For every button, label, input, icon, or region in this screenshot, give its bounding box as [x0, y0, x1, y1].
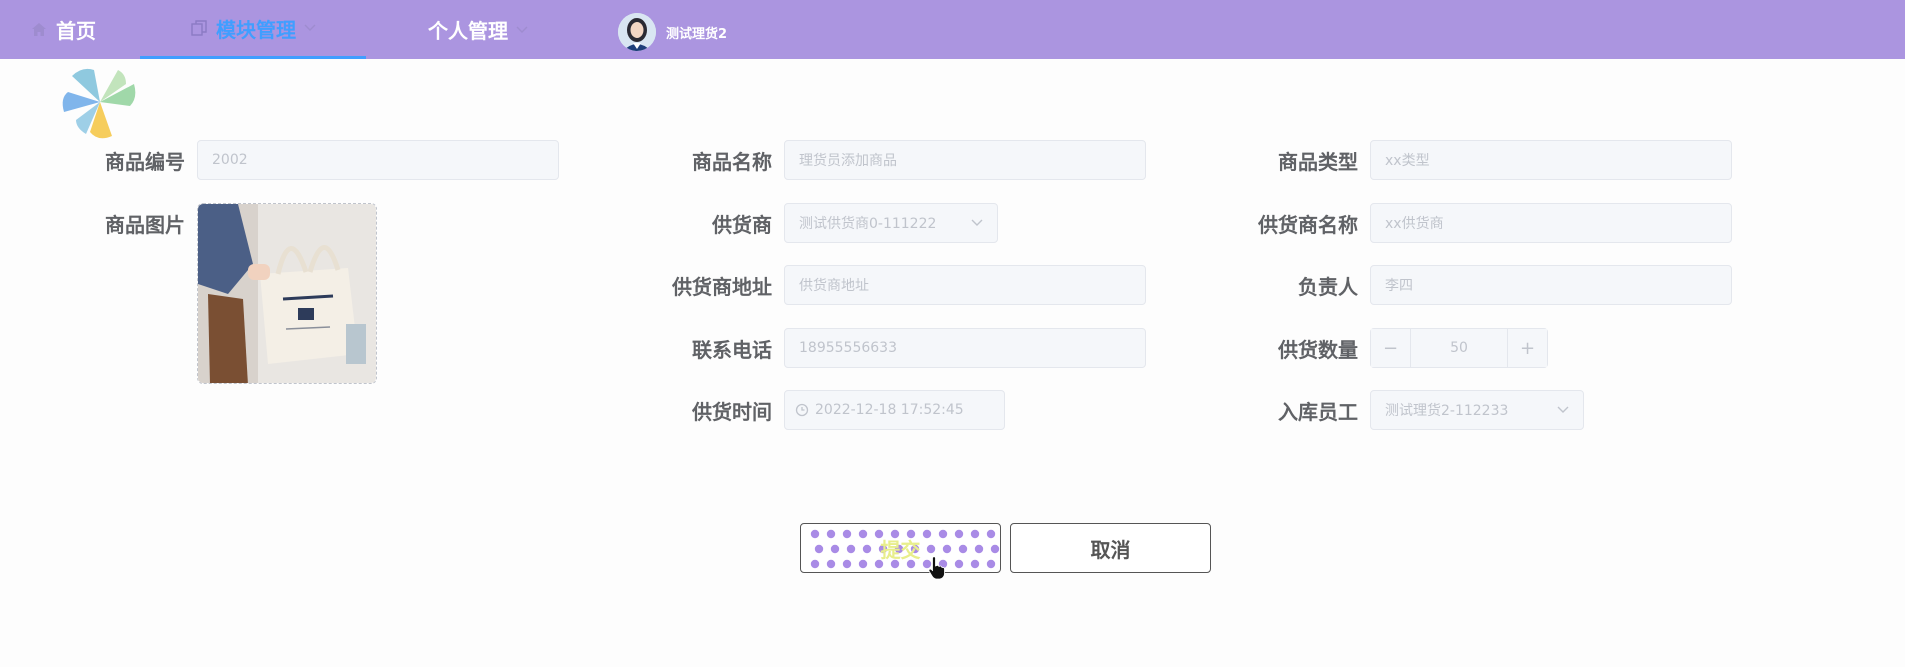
quantity-value[interactable]: 50 — [1411, 340, 1507, 356]
supply-time-label: 供货时间 — [692, 399, 772, 424]
warehouse-staff-row: 入库员工 测试理货2-112233 — [1216, 390, 1584, 430]
person-in-charge-row: 负责人 李四 — [1216, 265, 1732, 305]
phone-input[interactable]: 18955556633 — [784, 328, 1146, 368]
product-image — [198, 204, 376, 383]
supplier-name-row: 供货商名称 xx供货商 — [1216, 203, 1732, 243]
phone-row: 联系电话 18955556633 — [630, 328, 1146, 368]
supply-time-value: 2022-12-18 17:52:45 — [815, 402, 964, 418]
product-code-label: 商品编号 — [105, 149, 185, 174]
clock-icon — [795, 403, 809, 417]
supply-time-row: 供货时间 2022-12-18 17:52:45 — [630, 390, 1005, 430]
supply-quantity-label: 供货数量 — [1278, 337, 1358, 362]
quantity-stepper[interactable]: − 50 + — [1370, 328, 1548, 368]
hand-pointer-icon — [928, 556, 946, 584]
nav-module-label: 模块管理 — [216, 17, 296, 42]
product-code-row: 商品编号 2002 — [60, 140, 559, 180]
increment-button[interactable]: + — [1507, 329, 1547, 367]
cancel-button[interactable]: 取消 — [1010, 523, 1211, 573]
chevron-down-icon — [1557, 406, 1569, 414]
chevron-down-icon — [516, 25, 528, 35]
product-code-input[interactable]: 2002 — [197, 140, 559, 180]
product-image-row: 商品图片 — [60, 203, 197, 243]
home-icon — [30, 21, 48, 39]
avatar — [618, 13, 656, 51]
supplier-address-input[interactable]: 供货商地址 — [784, 265, 1146, 305]
nav-home[interactable]: 首页 — [30, 0, 96, 59]
user-name: 测试理货2 — [666, 26, 728, 42]
supplier-address-label: 供货商地址 — [672, 274, 772, 299]
warehouse-staff-value: 测试理货2-112233 — [1385, 403, 1509, 419]
nav-module-management[interactable]: 模块管理 — [140, 0, 366, 59]
supply-time-picker[interactable]: 2022-12-18 17:52:45 — [784, 390, 1005, 430]
product-type-label: 商品类型 — [1278, 149, 1358, 174]
product-name-label: 商品名称 — [692, 149, 772, 174]
nav-personal-label: 个人管理 — [428, 19, 508, 43]
product-type-row: 商品类型 xx类型 — [1216, 140, 1732, 180]
chevron-down-icon — [971, 219, 983, 227]
submit-button-label: 提交 — [880, 537, 921, 562]
copy-icon — [190, 19, 208, 37]
phone-label: 联系电话 — [692, 337, 772, 362]
supplier-name-input[interactable]: xx供货商 — [1370, 203, 1732, 243]
submit-button[interactable]: 提交 — [800, 523, 1001, 573]
nav-personal-management[interactable]: 个人管理 — [428, 0, 528, 59]
supplier-name-label: 供货商名称 — [1258, 212, 1358, 237]
decrement-button[interactable]: − — [1371, 329, 1411, 367]
product-image-upload[interactable] — [197, 203, 377, 384]
chevron-down-icon — [304, 23, 316, 33]
warehouse-staff-select[interactable]: 测试理货2-112233 — [1370, 390, 1584, 430]
supply-quantity-row: 供货数量 − 50 + — [1216, 328, 1548, 368]
warehouse-staff-label: 入库员工 — [1278, 399, 1358, 424]
supplier-select-value: 测试供货商0-111222 — [799, 216, 937, 232]
person-in-charge-input[interactable]: 李四 — [1370, 265, 1732, 305]
product-image-label: 商品图片 — [105, 212, 185, 237]
person-in-charge-label: 负责人 — [1298, 274, 1358, 299]
supplier-select[interactable]: 测试供货商0-111222 — [784, 203, 998, 243]
top-nav-bar: 首页 模块管理 个人管理 测试理货2 — [0, 0, 1905, 59]
product-name-row: 商品名称 理货员添加商品 — [630, 140, 1146, 180]
supplier-label: 供货商 — [712, 212, 772, 237]
nav-home-label: 首页 — [56, 19, 96, 43]
supplier-address-row: 供货商地址 供货商地址 — [630, 265, 1146, 305]
product-name-input[interactable]: 理货员添加商品 — [784, 140, 1146, 180]
user-menu[interactable]: 测试理货2 — [618, 12, 727, 52]
product-type-input[interactable]: xx类型 — [1370, 140, 1732, 180]
supplier-row: 供货商 测试供货商0-111222 — [630, 203, 998, 243]
pinwheel-logo — [60, 62, 140, 140]
